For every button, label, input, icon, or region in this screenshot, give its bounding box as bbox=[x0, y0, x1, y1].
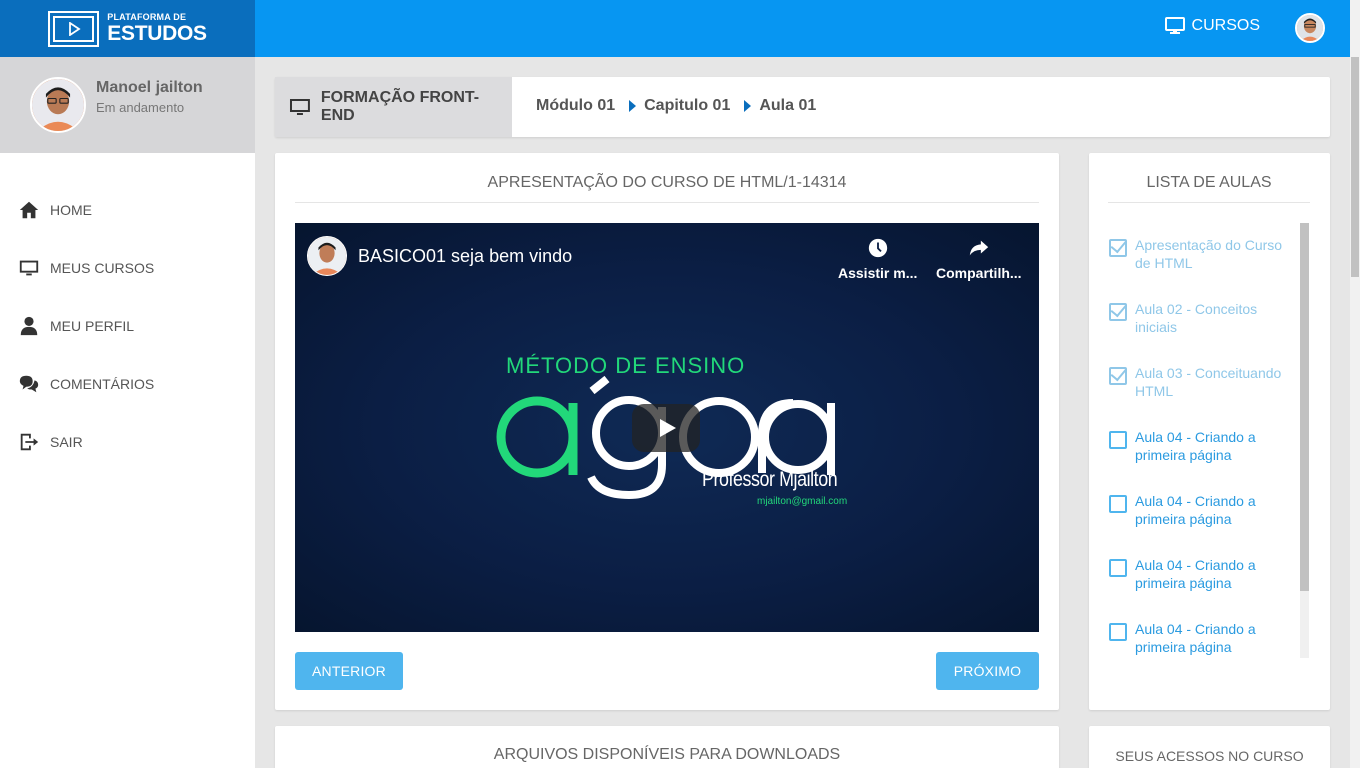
checkbox-checked-icon[interactable] bbox=[1109, 367, 1127, 385]
access-title: SEUS ACESSOS NO CURSO bbox=[1115, 748, 1304, 764]
scrollbar-thumb[interactable] bbox=[1351, 57, 1359, 277]
lesson-item[interactable]: Aula 04 - Criando a primeira página bbox=[1109, 620, 1284, 656]
play-icon bbox=[660, 419, 676, 437]
profile-panel: Manoel jailton Em andamento bbox=[0, 57, 255, 153]
checkbox-icon[interactable] bbox=[1109, 623, 1127, 641]
access-card: SEUS ACESSOS NO CURSO bbox=[1089, 726, 1330, 768]
sidebar-item-meu-perfil[interactable]: MEU PERFIL bbox=[18, 315, 134, 337]
scrollbar-thumb[interactable] bbox=[1300, 223, 1309, 591]
courses-label: CURSOS bbox=[1191, 17, 1260, 34]
course-name: FORMAÇÃO FRONT-END bbox=[320, 89, 480, 124]
sidebar-item-home[interactable]: HOME bbox=[18, 199, 92, 221]
breadcrumb: FORMAÇÃO FRONT-END Módulo 01 Capitulo 01… bbox=[275, 77, 1330, 137]
brand-big: ESTUDOS bbox=[107, 22, 207, 45]
lesson-card: APRESENTAÇÃO DO CURSO DE HTML/1-14314 BA… bbox=[275, 153, 1059, 710]
home-icon bbox=[19, 201, 39, 219]
lesson-list-scrollbar[interactable] bbox=[1300, 223, 1309, 658]
monitor-icon bbox=[19, 260, 39, 276]
breadcrumb-course[interactable]: FORMAÇÃO FRONT-END bbox=[275, 77, 512, 137]
video-title[interactable]: BASICO01 seja bem vindo bbox=[358, 246, 572, 267]
comments-icon bbox=[19, 375, 39, 393]
lesson-list-title: LISTA DE AULAS bbox=[1108, 174, 1310, 203]
lesson-list-card: LISTA DE AULAS Apresentação do Curso de … bbox=[1089, 153, 1330, 710]
lesson-title: APRESENTAÇÃO DO CURSO DE HTML/1-14314 bbox=[295, 174, 1039, 203]
page-scrollbar[interactable] bbox=[1350, 0, 1360, 768]
share-icon bbox=[969, 240, 988, 256]
breadcrumb-module[interactable]: Módulo 01 bbox=[536, 97, 615, 115]
checkbox-icon[interactable] bbox=[1109, 559, 1127, 577]
brand-small: PLATAFORMA DE bbox=[107, 12, 187, 22]
lesson-item[interactable]: Apresentação do Curso de HTML bbox=[1109, 236, 1284, 272]
profile-name: Manoel jailton bbox=[96, 79, 203, 96]
user-avatar[interactable] bbox=[1295, 13, 1325, 43]
share-button[interactable]: Compartilh... bbox=[936, 237, 1022, 281]
profile-status: Em andamento bbox=[96, 100, 185, 115]
breadcrumb-chapter[interactable]: Capitulo 01 bbox=[644, 97, 730, 115]
lesson-item[interactable]: Aula 02 - Conceitos iniciais bbox=[1109, 300, 1284, 336]
sidebar-item-label: COMENTÁRIOS bbox=[50, 376, 155, 392]
sidebar-item-label: HOME bbox=[50, 202, 92, 218]
downloads-card: ARQUIVOS DISPONÍVEIS PARA DOWNLOADS bbox=[275, 726, 1059, 768]
channel-avatar[interactable] bbox=[307, 236, 347, 276]
checkbox-checked-icon[interactable] bbox=[1109, 239, 1127, 257]
checkbox-checked-icon[interactable] bbox=[1109, 303, 1127, 321]
video-player[interactable]: BASICO01 seja bem vindo Assistir m... Co… bbox=[295, 223, 1039, 632]
lesson-item[interactable]: Aula 04 - Criando a primeira página bbox=[1109, 556, 1284, 592]
chevron-right-icon bbox=[744, 100, 752, 112]
previous-button[interactable]: ANTERIOR bbox=[295, 652, 403, 690]
sidebar-item-label: MEUS CURSOS bbox=[50, 260, 155, 276]
breadcrumb-lesson[interactable]: Aula 01 bbox=[759, 97, 816, 115]
professor-name: Professor Mjailton bbox=[702, 468, 838, 491]
play-logo-icon bbox=[48, 10, 100, 47]
play-button[interactable] bbox=[632, 404, 700, 452]
chevron-right-icon bbox=[629, 100, 637, 112]
sidebar-item-comentarios[interactable]: COMENTÁRIOS bbox=[18, 373, 154, 395]
sidebar-item-sair[interactable]: SAIR bbox=[18, 431, 83, 453]
downloads-title: ARQUIVOS DISPONÍVEIS PARA DOWNLOADS bbox=[493, 746, 841, 763]
user-icon bbox=[20, 316, 38, 336]
top-bar: CURSOS bbox=[255, 0, 1360, 57]
professor-email: mjailton@gmail.com bbox=[757, 496, 848, 507]
lesson-item[interactable]: Aula 04 - Criando a primeira página bbox=[1109, 428, 1284, 464]
monitor-icon bbox=[1164, 17, 1185, 34]
clock-icon bbox=[868, 238, 887, 258]
courses-link[interactable]: CURSOS bbox=[1164, 17, 1260, 35]
sidebar: HOME MEUS CURSOS MEU PERFIL COMENTÁRIOS … bbox=[0, 153, 255, 768]
monitor-icon bbox=[289, 99, 310, 115]
lesson-item[interactable]: Aula 03 - Conceituando HTML bbox=[1109, 364, 1284, 400]
profile-avatar[interactable] bbox=[30, 77, 86, 133]
checkbox-icon[interactable] bbox=[1109, 495, 1127, 513]
brand-logo[interactable]: PLATAFORMA DE ESTUDOS bbox=[0, 0, 255, 57]
checkbox-icon[interactable] bbox=[1109, 431, 1127, 449]
watch-later-button[interactable]: Assistir m... bbox=[838, 237, 917, 281]
sidebar-item-label: MEU PERFIL bbox=[50, 318, 135, 334]
logout-icon bbox=[20, 433, 39, 451]
next-button[interactable]: PRÓXIMO bbox=[936, 652, 1039, 690]
sidebar-item-label: SAIR bbox=[50, 434, 83, 450]
lesson-item[interactable]: Aula 04 - Criando a primeira página bbox=[1109, 492, 1284, 528]
sidebar-item-meus-cursos[interactable]: MEUS CURSOS bbox=[18, 257, 154, 279]
